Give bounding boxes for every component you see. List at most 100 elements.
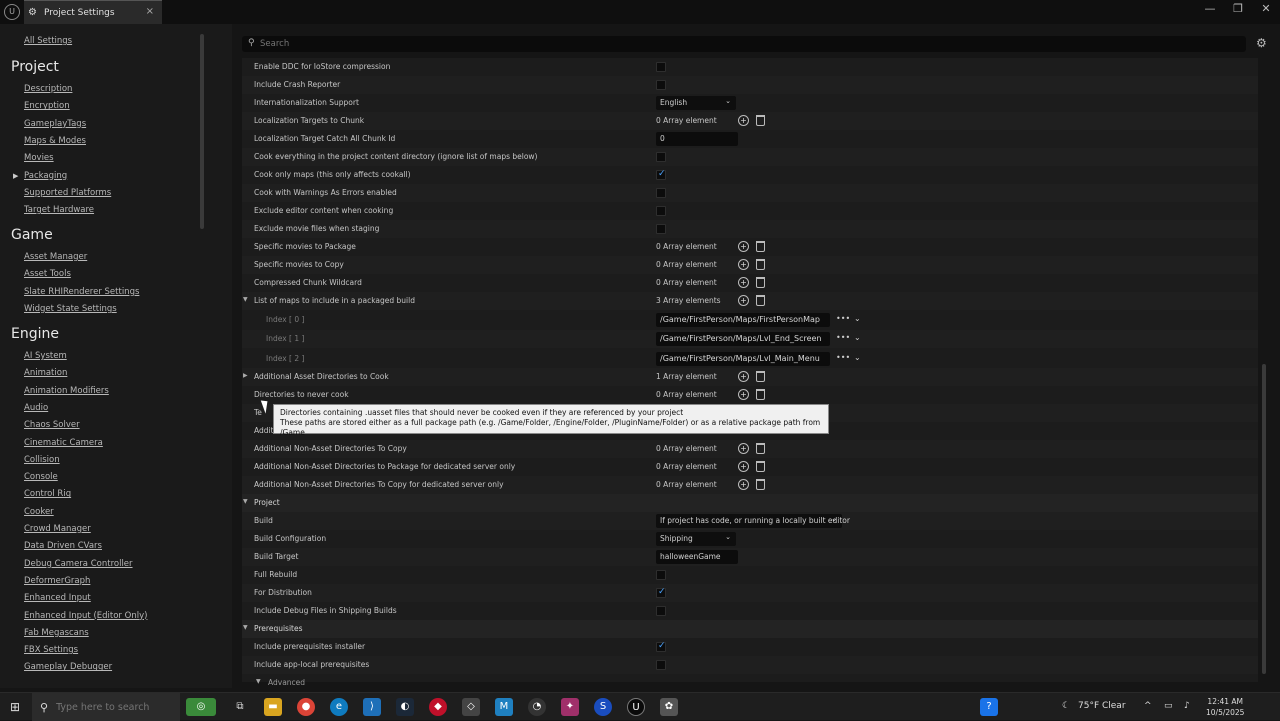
checkbox[interactable] xyxy=(656,62,666,72)
sidebar-item-chaos-solver[interactable]: Chaos Solver xyxy=(24,420,80,430)
checkbox[interactable] xyxy=(656,570,666,580)
windows-start-icon[interactable]: ⊞ xyxy=(10,700,20,714)
sidebar-scrollbar[interactable] xyxy=(200,34,204,229)
checkbox[interactable] xyxy=(656,224,666,234)
sidebar-item-console[interactable]: Console xyxy=(24,472,58,482)
help-icon[interactable]: ? xyxy=(980,698,998,716)
chevron-down-icon[interactable]: ⌄ xyxy=(854,353,861,362)
sidebar-item-debug-camera-controller[interactable]: Debug Camera Controller xyxy=(24,559,133,569)
sidebar-item-fbx-settings[interactable]: FBX Settings xyxy=(24,645,78,655)
sidebar-item-cinematic-camera[interactable]: Cinematic Camera xyxy=(24,438,103,448)
weather-icon[interactable]: ☾ xyxy=(1062,701,1070,711)
details-scrollbar[interactable] xyxy=(1262,364,1266,674)
sidebar-item-gameplaytags[interactable]: GameplayTags xyxy=(24,119,86,129)
sidebar-item-deformergraph[interactable]: DeformerGraph xyxy=(24,576,90,586)
battery-icon[interactable]: ▭ xyxy=(1164,701,1173,711)
checkbox[interactable] xyxy=(656,169,666,180)
app-icon[interactable]: S xyxy=(594,698,612,716)
collapse-arrow-icon[interactable]: ▼ xyxy=(243,498,248,505)
edge-icon[interactable]: e xyxy=(330,698,348,716)
path-field[interactable]: /Game/FirstPerson/Maps/Lvl_Main_Menu xyxy=(656,351,830,366)
add-element-icon[interactable]: + xyxy=(738,259,749,270)
dropdown[interactable]: English ⌄ xyxy=(656,96,736,110)
trash-icon[interactable] xyxy=(756,479,765,490)
chevron-down-icon[interactable]: ⌄ xyxy=(854,314,861,323)
steam-icon[interactable]: ◐ xyxy=(396,698,414,716)
path-field[interactable]: /Game/FirstPerson/Maps/Lvl_End_Screen xyxy=(656,332,830,346)
sidebar-item-asset-tools[interactable]: Asset Tools xyxy=(24,269,71,279)
app-icon[interactable]: ✦ xyxy=(561,698,579,716)
sidebar-item-crowd-manager[interactable]: Crowd Manager xyxy=(24,524,91,534)
row-advanced[interactable]: ▼ Advanced xyxy=(242,674,1258,692)
trash-icon[interactable] xyxy=(756,115,765,126)
sidebar-item-animation-modifiers[interactable]: Animation Modifiers xyxy=(24,386,109,396)
unity-icon[interactable]: ◇ xyxy=(462,698,480,716)
sidebar-item-ai-system[interactable]: AI System xyxy=(24,351,67,361)
checkbox[interactable] xyxy=(656,188,666,198)
checkbox[interactable] xyxy=(656,606,666,616)
trash-icon[interactable] xyxy=(756,389,765,400)
task-view-icon[interactable]: ⧉ xyxy=(231,698,249,716)
sidebar-item-collision[interactable]: Collision xyxy=(24,455,60,465)
path-field[interactable]: /Game/FirstPerson/Maps/FirstPersonMap xyxy=(656,312,830,327)
blender-icon[interactable]: ◔ xyxy=(528,698,546,716)
sidebar-item-encryption[interactable]: Encryption xyxy=(24,101,70,111)
sidebar-item-description[interactable]: Description xyxy=(24,84,72,94)
checkbox[interactable] xyxy=(656,660,666,670)
maximize-button[interactable]: ❐ xyxy=(1228,2,1248,15)
add-element-icon[interactable]: + xyxy=(738,479,749,490)
close-tab-icon[interactable]: × xyxy=(146,6,154,17)
trash-icon[interactable] xyxy=(756,443,765,454)
add-element-icon[interactable]: + xyxy=(738,277,749,288)
all-settings-link[interactable]: All Settings xyxy=(24,36,72,46)
sidebar-item-movies[interactable]: Movies xyxy=(24,153,54,163)
expand-arrow-icon[interactable]: ▶ xyxy=(243,372,248,379)
add-element-icon[interactable]: + xyxy=(738,461,749,472)
volume-icon[interactable]: ♪ xyxy=(1184,701,1190,711)
collapse-arrow-icon[interactable]: ▼ xyxy=(243,624,248,631)
trash-icon[interactable] xyxy=(756,241,765,252)
checkbox[interactable] xyxy=(656,587,666,598)
chrome-icon[interactable]: ● xyxy=(297,698,315,716)
add-element-icon[interactable]: + xyxy=(738,371,749,382)
checkbox[interactable] xyxy=(656,152,666,162)
sidebar-item-slate-rhirenderer-settings[interactable]: Slate RHIRenderer Settings xyxy=(24,287,139,297)
add-element-icon[interactable]: + xyxy=(738,389,749,400)
sidebar-item-maps-modes[interactable]: Maps & Modes xyxy=(24,136,86,146)
section-project[interactable]: ▼ Project xyxy=(242,494,1258,512)
collapse-arrow-icon[interactable]: ▼ xyxy=(243,296,248,303)
sidebar-item-asset-manager[interactable]: Asset Manager xyxy=(24,252,87,262)
sidebar-item-fab-megascans[interactable]: Fab Megascans xyxy=(24,628,89,638)
gear-icon[interactable]: ⚙ xyxy=(1256,36,1267,50)
add-element-icon[interactable]: + xyxy=(738,115,749,126)
sidebar-item-gameplay-debugger[interactable]: Gameplay Debugger xyxy=(24,662,112,672)
trash-icon[interactable] xyxy=(756,259,765,270)
taskbar-search-input[interactable] xyxy=(56,701,167,713)
advanced-arrow-icon[interactable]: ▼ xyxy=(256,678,261,685)
checkbox[interactable] xyxy=(656,80,666,90)
trash-icon[interactable] xyxy=(756,461,765,472)
trash-icon[interactable] xyxy=(756,295,765,306)
clock[interactable]: 12:41 AM 10/5/2025 xyxy=(1206,696,1244,718)
add-element-icon[interactable]: + xyxy=(738,295,749,306)
sidebar-item-target-hardware[interactable]: Target Hardware xyxy=(24,205,94,215)
more-options-icon[interactable]: ••• xyxy=(836,353,850,362)
sidebar-item-widget-state-settings[interactable]: Widget State Settings xyxy=(24,304,117,314)
unreal-engine-icon[interactable]: U xyxy=(627,698,645,716)
file-explorer-icon[interactable]: ▬ xyxy=(264,698,282,716)
checkbox[interactable] xyxy=(656,641,666,652)
add-element-icon[interactable]: + xyxy=(738,443,749,454)
close-window-button[interactable]: ✕ xyxy=(1256,2,1276,15)
sidebar-item-data-driven-cvars[interactable]: Data Driven CVars xyxy=(24,541,102,551)
trash-icon[interactable] xyxy=(756,371,765,382)
sidebar-item-animation[interactable]: Animation xyxy=(24,368,67,378)
sidebar-item-supported-platforms[interactable]: Supported Platforms xyxy=(24,188,111,198)
weather-text[interactable]: 75°F Clear xyxy=(1078,701,1126,711)
more-options-icon[interactable]: ••• xyxy=(836,333,850,342)
app-icon[interactable]: ✿ xyxy=(660,698,678,716)
sidebar-item-cooker[interactable]: Cooker xyxy=(24,507,54,517)
minimize-button[interactable]: — xyxy=(1200,2,1220,15)
search-input[interactable] xyxy=(260,38,1220,50)
tray-chevron-icon[interactable]: ^ xyxy=(1144,701,1152,711)
dropdown[interactable]: If project has code, or running a locall… xyxy=(656,514,850,528)
